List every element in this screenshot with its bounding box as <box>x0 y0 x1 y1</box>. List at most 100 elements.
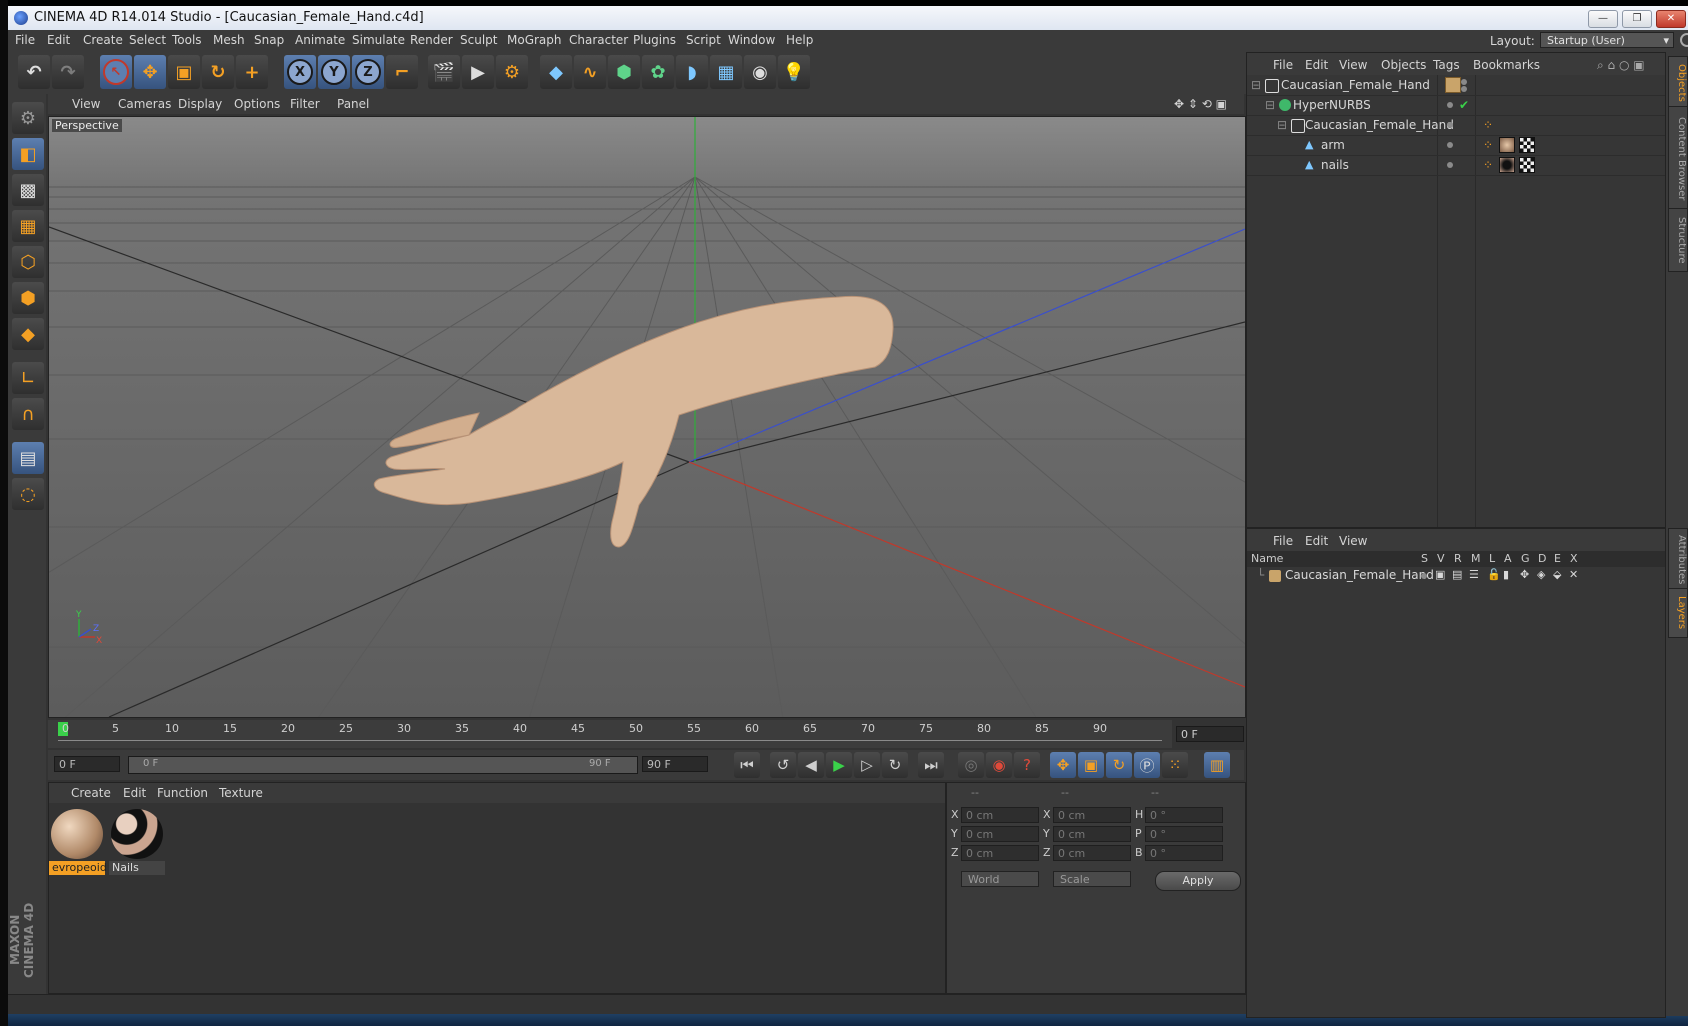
render-settings-icon[interactable]: ⚙ <box>496 55 528 89</box>
material-menu-edit[interactable]: Edit <box>123 786 146 800</box>
material-menu-texture[interactable]: Texture <box>219 786 263 800</box>
render-visibility-dot[interactable] <box>1461 86 1467 92</box>
phong-tag-icon[interactable]: ⁘ <box>1483 118 1493 132</box>
rotation-b-field[interactable]: 0 ° <box>1145 845 1223 861</box>
polygons-mode-icon[interactable]: ⬢ <box>12 282 44 314</box>
keyframe-selection-icon[interactable]: ? <box>1014 752 1040 778</box>
scale-mode-dropdown[interactable]: Scale <box>1053 871 1131 887</box>
editor-visibility-dot[interactable] <box>1447 122 1453 128</box>
expand-toggle[interactable]: ⊟ <box>1251 78 1261 92</box>
record-position-icon[interactable]: ✥ <box>1050 752 1076 778</box>
material-menu-function[interactable]: Function <box>157 786 208 800</box>
phong-tag-icon[interactable]: ⁘ <box>1483 138 1493 152</box>
menu-plugins[interactable]: Plugins <box>633 33 676 47</box>
axis-mode-icon[interactable]: ◆ <box>12 318 44 350</box>
col-manager[interactable]: M <box>1471 552 1481 565</box>
object-row-hypernurbs[interactable]: ⊟ HyperNURBS ✔ <box>1247 95 1665 116</box>
size-x-field[interactable]: 0 cm <box>1053 807 1131 823</box>
deformer-icon[interactable]: ◗ <box>676 55 708 89</box>
menu-simulate[interactable]: Simulate <box>352 33 405 47</box>
go-to-start-icon[interactable]: ⏮ <box>734 752 760 778</box>
record-rotation-icon[interactable]: ↻ <box>1106 752 1132 778</box>
current-frame-field[interactable]: 0 F <box>1176 726 1244 742</box>
layer-menu-file[interactable]: File <box>1273 534 1293 548</box>
col-animation[interactable]: A <box>1504 552 1512 565</box>
material-tag-icon[interactable] <box>1499 157 1515 173</box>
col-render[interactable]: R <box>1454 552 1462 565</box>
menu-select[interactable]: Select <box>129 33 166 47</box>
layer-menu-edit[interactable]: Edit <box>1305 534 1328 548</box>
viewport-menu-options[interactable]: Options <box>234 97 280 111</box>
material-menu-create[interactable]: Create <box>71 786 111 800</box>
menu-mograph[interactable]: MoGraph <box>507 33 562 47</box>
snap-grid-icon[interactable]: ∩ <box>12 398 44 430</box>
viewport-menu-cameras[interactable]: Cameras <box>118 97 171 111</box>
layer-lock-toggle[interactable]: 🔓 <box>1487 568 1501 581</box>
workplane-lock-icon[interactable]: ▤ <box>12 442 44 474</box>
size-z-field[interactable]: 0 cm <box>1053 845 1131 861</box>
array-icon[interactable]: ✿ <box>642 55 674 89</box>
object-menu-tags[interactable]: Tags <box>1433 58 1460 72</box>
viewport-menu-view[interactable]: View <box>72 97 100 111</box>
size-y-field[interactable]: 0 cm <box>1053 826 1131 842</box>
nurbs-icon[interactable]: ⬢ <box>608 55 640 89</box>
material-swatch-nails[interactable]: Nails <box>109 807 165 877</box>
close-button[interactable]: ✕ <box>1656 10 1686 28</box>
menu-create[interactable]: Create <box>83 33 123 47</box>
camera-icon[interactable]: ◉ <box>744 55 776 89</box>
col-name[interactable]: Name <box>1251 552 1283 565</box>
magnet-icon[interactable]: ∟ <box>12 362 44 394</box>
expand-toggle[interactable]: ⊟ <box>1265 98 1275 112</box>
menu-animate[interactable]: Animate <box>295 33 345 47</box>
tab-content-browser[interactable]: Content Browser <box>1668 106 1688 212</box>
object-menu-objects[interactable]: Objects <box>1381 58 1426 72</box>
apply-button[interactable]: Apply <box>1155 871 1241 891</box>
space-mode-dropdown[interactable]: World <box>961 871 1039 887</box>
render-picture-viewer-icon[interactable]: ▶ <box>462 55 494 89</box>
next-frame-icon[interactable]: ▷ <box>854 752 880 778</box>
menu-window[interactable]: Window <box>728 33 775 47</box>
minimize-button[interactable]: — <box>1588 10 1618 28</box>
tab-objects[interactable]: Objects <box>1668 56 1688 110</box>
editor-visibility-dot[interactable] <box>1447 162 1453 168</box>
tab-attributes[interactable]: Attributes <box>1668 528 1688 592</box>
next-key-icon[interactable]: ↻ <box>882 752 908 778</box>
scene-icon[interactable]: ▦ <box>710 55 742 89</box>
layer-deformer-toggle[interactable]: ◈ <box>1537 568 1545 581</box>
viewport-menu-filter[interactable]: Filter <box>290 97 320 111</box>
autokey-icon[interactable]: ◉ <box>986 752 1012 778</box>
menu-file[interactable]: File <box>15 33 35 47</box>
restore-button[interactable]: ❐ <box>1622 10 1652 28</box>
play-icon[interactable]: ▶ <box>826 752 852 778</box>
layer-view-toggle[interactable]: ▣ <box>1435 568 1445 581</box>
expand-toggle[interactable]: ⊟ <box>1277 118 1287 132</box>
uvw-tag-icon[interactable] <box>1519 137 1535 153</box>
editor-visibility-dot[interactable] <box>1447 102 1453 108</box>
viewport-menu-panel[interactable]: Panel <box>337 97 369 111</box>
add-icon[interactable]: + <box>236 55 268 89</box>
col-xref[interactable]: X <box>1570 552 1578 565</box>
spline-icon[interactable]: ∿ <box>574 55 606 89</box>
layer-animation-toggle[interactable]: ▮ <box>1503 568 1509 581</box>
position-z-field[interactable]: 0 cm <box>961 845 1039 861</box>
col-solo[interactable]: S <box>1421 552 1428 565</box>
hand-model[interactable] <box>373 295 894 548</box>
rotation-h-field[interactable]: 0 ° <box>1145 807 1223 823</box>
position-x-field[interactable]: 0 cm <box>961 807 1039 823</box>
layout-dropdown[interactable]: Startup (User) <box>1540 32 1674 49</box>
menu-edit[interactable]: Edit <box>47 33 70 47</box>
end-frame-field[interactable]: 90 F <box>642 756 708 772</box>
previous-key-icon[interactable]: ↺ <box>770 752 796 778</box>
cube-icon[interactable]: ◆ <box>540 55 572 89</box>
rotation-p-field[interactable]: 0 ° <box>1145 826 1223 842</box>
position-y-field[interactable]: 0 cm <box>961 826 1039 842</box>
redo-icon[interactable]: ↷ <box>52 55 84 89</box>
move-icon[interactable]: ✥ <box>134 55 166 89</box>
object-menu-edit[interactable]: Edit <box>1305 58 1328 72</box>
menu-render[interactable]: Render <box>410 33 453 47</box>
live-selection-icon[interactable]: ↖ <box>100 55 132 89</box>
workplane-icon[interactable]: ▩ <box>12 174 44 206</box>
layer-expression-toggle[interactable]: ⬙ <box>1553 568 1561 581</box>
object-row-group[interactable]: ⊟ Caucasian_Female_Hand ⁘ <box>1247 115 1665 136</box>
soft-selection-icon[interactable]: ◌ <box>12 478 44 510</box>
